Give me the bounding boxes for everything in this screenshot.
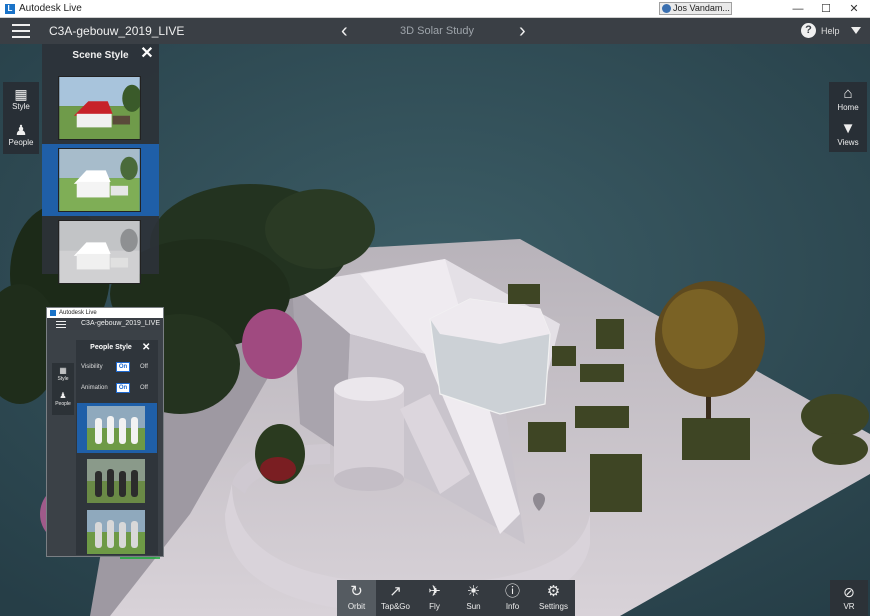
orbit-button[interactable]: ↻ Orbit xyxy=(337,580,376,616)
mini-titlebar: Autodesk Live xyxy=(47,308,163,318)
scene-style-option-realistic[interactable] xyxy=(42,72,159,144)
info-button[interactable]: ⓘ Info xyxy=(493,580,532,616)
people-style-option-white[interactable] xyxy=(77,403,157,453)
people-style-window: Autodesk Live C3A-gebouw_2019_LIVE ▦ Sty… xyxy=(46,307,164,557)
scene-style-panel: Scene Style xyxy=(42,44,159,284)
rail-item-label: People xyxy=(55,401,71,407)
close-people-style-button[interactable]: ✕ xyxy=(142,342,150,353)
help-icon[interactable]: ? xyxy=(801,23,816,38)
project-title: C3A-gebouw_2019_LIVE xyxy=(49,24,185,38)
info-icon: ⓘ xyxy=(504,583,520,600)
menu-icon[interactable] xyxy=(56,321,66,330)
views-button[interactable]: ▼ Views xyxy=(829,117,867,152)
os-window-title: Autodesk Live xyxy=(19,3,82,14)
settings-button[interactable]: ⚙ Settings xyxy=(532,580,575,616)
rail-item-label: People xyxy=(8,138,34,147)
fly-button[interactable]: ✈ Fly xyxy=(415,580,454,616)
app-logo-icon xyxy=(50,310,56,316)
mini-header: C3A-gebouw_2019_LIVE xyxy=(47,318,163,330)
user-name: Jos Vandam... xyxy=(673,3,730,13)
left-rail: ▦ Style ♟ People xyxy=(3,82,39,154)
scene-style-option-grey[interactable] xyxy=(42,216,159,288)
style-icon: ▦ xyxy=(59,366,67,375)
tool-label: Settings xyxy=(539,602,568,611)
people-icon: ♟ xyxy=(59,391,67,400)
views-label: Views xyxy=(837,138,859,147)
mini-window-title: Autodesk Live xyxy=(59,310,97,316)
rail-item-label: Style xyxy=(12,102,30,111)
tree-pink xyxy=(242,309,302,379)
app-header: C3A-gebouw_2019_LIVE ‹ 3D Solar Study › … xyxy=(0,18,870,44)
animation-label: Animation xyxy=(81,385,108,391)
close-window-button[interactable]: ✕ xyxy=(840,0,868,18)
user-icon xyxy=(662,4,671,13)
people-thumbnail xyxy=(87,510,145,554)
tool-label: Fly xyxy=(429,602,440,611)
visibility-on-toggle[interactable]: On xyxy=(116,362,130,372)
people-style-option-light[interactable] xyxy=(77,507,157,557)
scene-thumbnail xyxy=(58,148,141,212)
tap-go-icon: ↗ xyxy=(389,583,402,600)
location-pin-icon: ▼ xyxy=(840,120,856,137)
user-account-dropdown[interactable]: Jos Vandam... xyxy=(659,2,732,15)
scene-thumbnail xyxy=(58,76,141,140)
plant xyxy=(255,424,305,484)
mini-left-rail: ▦ Style ♟ People xyxy=(52,363,74,415)
navigation-toolbar: ↻ Orbit ↗ Tap&Go ✈ Fly ☀ Sun ⓘ Info ⚙ Se… xyxy=(337,580,575,616)
tool-label: Sun xyxy=(466,602,481,611)
scene-thumbnail xyxy=(58,220,141,284)
people-icon: ♟ xyxy=(14,122,28,138)
maximize-button[interactable]: ☐ xyxy=(812,0,840,18)
next-view-button[interactable]: › xyxy=(519,20,526,42)
style-icon: ▦ xyxy=(14,86,28,102)
rail-item-people[interactable]: ♟ People xyxy=(3,118,39,154)
animation-on-toggle[interactable]: On xyxy=(116,383,130,393)
sun-icon: ☀ xyxy=(466,583,481,600)
people-thumbnail xyxy=(87,459,145,503)
home-button[interactable]: ⌂ Home xyxy=(829,82,867,117)
visibility-off-toggle[interactable]: Off xyxy=(140,364,148,370)
os-titlebar: L Autodesk Live Jos Vandam... — ☐ ✕ xyxy=(0,0,870,18)
vr-headset-icon: ⊘ xyxy=(843,584,855,600)
animation-off-toggle[interactable]: Off xyxy=(140,385,148,391)
close-scene-style-button[interactable]: ✕ xyxy=(140,46,154,62)
minimize-button[interactable]: — xyxy=(784,0,812,18)
mini-project-title: C3A-gebouw_2019_LIVE xyxy=(81,320,161,327)
vr-label: VR xyxy=(843,602,855,611)
people-style-panel: People Style ✕ Visibility On Off Animati… xyxy=(76,340,158,555)
menu-icon[interactable] xyxy=(12,24,30,38)
rail-item-style[interactable]: ▦ Style xyxy=(52,366,74,382)
right-rail: ⌂ Home ▼ Views xyxy=(829,82,867,152)
app-logo-icon: L xyxy=(5,3,15,14)
tool-label: Info xyxy=(505,602,520,611)
people-style-option-dark[interactable] xyxy=(77,456,157,506)
scene-style-option-white[interactable] xyxy=(42,144,159,216)
rail-item-label: Style xyxy=(57,376,69,382)
tool-label: Tap&Go xyxy=(381,602,410,611)
fly-icon: ✈ xyxy=(428,583,441,600)
people-thumbnail xyxy=(87,406,145,450)
vr-button[interactable]: ⊘ VR xyxy=(830,580,868,616)
sun-button[interactable]: ☀ Sun xyxy=(454,580,493,616)
settings-icon: ⚙ xyxy=(546,583,561,600)
tap-go-button[interactable]: ↗ Tap&Go xyxy=(376,580,415,616)
orbit-icon: ↻ xyxy=(350,583,363,600)
visibility-label: Visibility xyxy=(81,364,103,370)
home-icon: ⌂ xyxy=(843,85,853,102)
help-label[interactable]: Help xyxy=(821,26,840,36)
view-title: 3D Solar Study xyxy=(400,25,474,37)
previous-view-button[interactable]: ‹ xyxy=(341,20,348,42)
panel-title: People Style xyxy=(90,344,132,351)
rail-item-people[interactable]: ♟ People xyxy=(52,391,74,407)
tool-label: Orbit xyxy=(347,602,366,611)
home-label: Home xyxy=(837,103,859,112)
rail-item-style[interactable]: ▦ Style xyxy=(3,82,39,118)
chevron-down-icon[interactable] xyxy=(851,27,861,34)
